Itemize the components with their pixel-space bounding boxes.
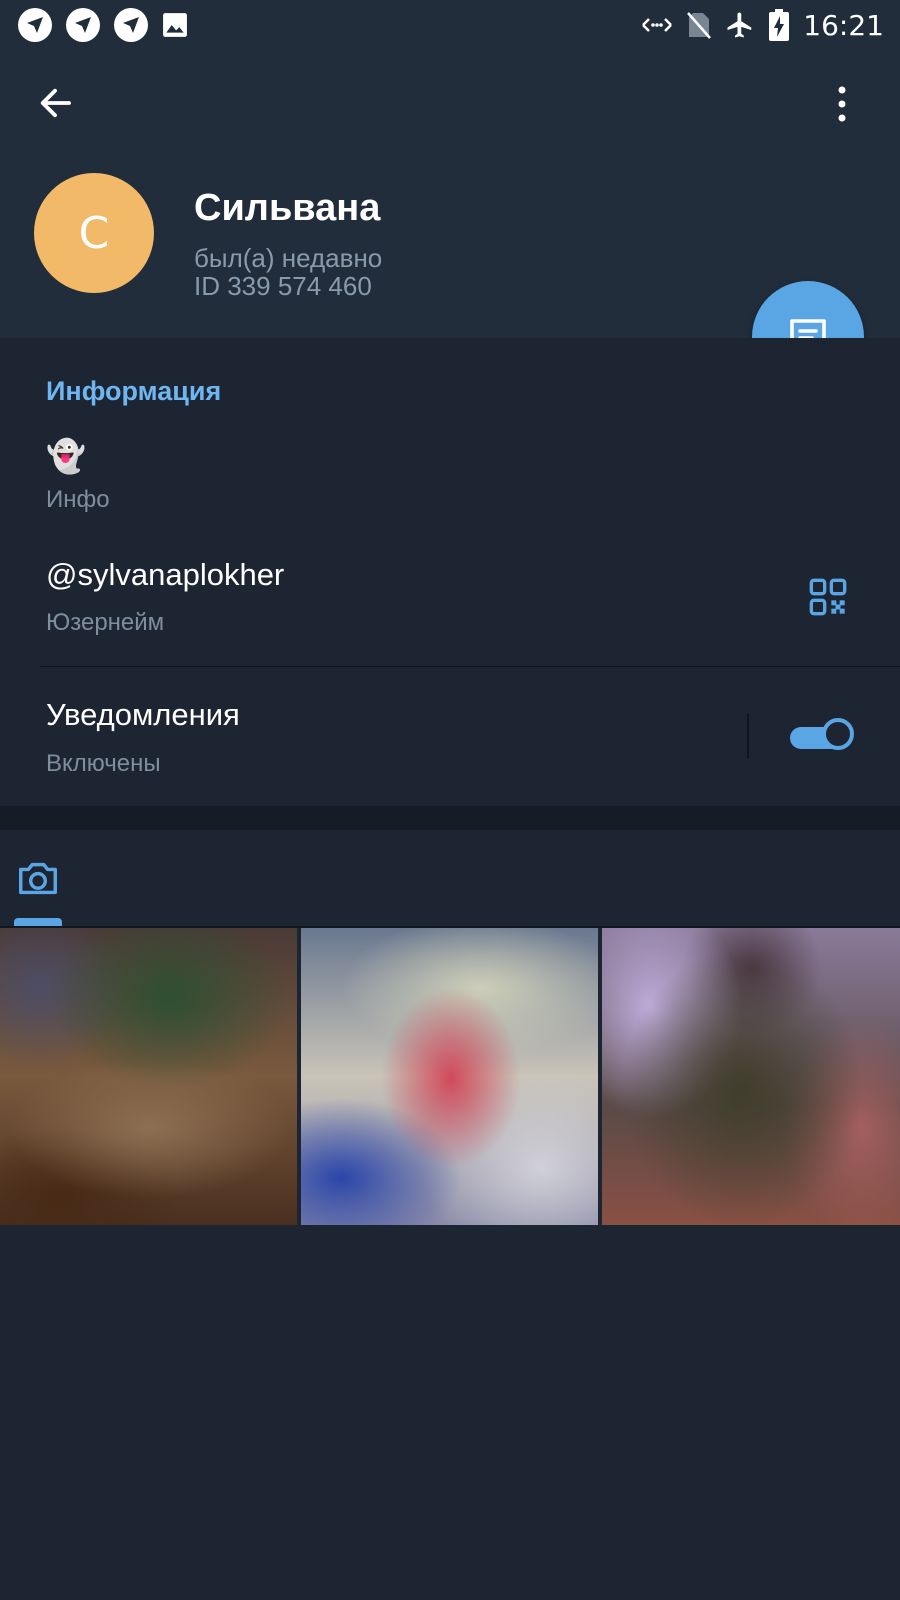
divider	[40, 666, 900, 667]
media-tabs	[0, 830, 900, 928]
tab-indicator	[14, 918, 62, 926]
notifications-title[interactable]: Уведомления	[46, 697, 240, 733]
clock: 16:21	[803, 8, 884, 42]
media-grid	[0, 928, 900, 1225]
profile-name: Сильвана	[194, 187, 381, 229]
section-title-info: Информация	[46, 376, 222, 406]
bio-label: Инфо	[46, 486, 110, 513]
notifications-state: Включены	[46, 750, 161, 777]
airplane-icon	[727, 12, 752, 38]
no-sim-icon	[687, 12, 712, 39]
avatar-letter: С	[78, 207, 110, 259]
status-bar: 16:21	[0, 0, 900, 50]
qr-code-icon[interactable]	[808, 577, 848, 617]
avatar[interactable]: С	[34, 173, 154, 293]
media-thumbnail[interactable]	[0, 928, 297, 1225]
app-notification-icon	[114, 8, 148, 42]
back-arrow-icon[interactable]	[34, 82, 76, 124]
toggle-knob	[822, 718, 854, 750]
data-sync-icon	[642, 18, 673, 32]
last-seen-status: был(а) недавно	[194, 243, 383, 273]
media-thumbnail[interactable]	[602, 928, 900, 1225]
username[interactable]: @sylvanaplokher	[46, 557, 284, 593]
section-gap	[0, 806, 900, 830]
app-notification-icon	[66, 8, 100, 42]
bio-text[interactable]: 👻	[46, 437, 86, 475]
status-notification-icons	[18, 8, 188, 42]
more-options-icon[interactable]	[830, 80, 854, 128]
user-id: ID 339 574 460	[194, 271, 372, 301]
media-thumbnail[interactable]	[301, 928, 598, 1225]
image-icon	[163, 13, 187, 37]
status-system-icons: 16:21	[641, 6, 884, 44]
battery-charging-icon	[769, 9, 790, 41]
app-notification-icon	[18, 8, 52, 42]
vertical-separator	[747, 714, 749, 758]
notifications-toggle[interactable]	[790, 718, 856, 751]
camera-icon[interactable]	[14, 856, 62, 902]
username-label: Юзернейм	[46, 609, 165, 636]
